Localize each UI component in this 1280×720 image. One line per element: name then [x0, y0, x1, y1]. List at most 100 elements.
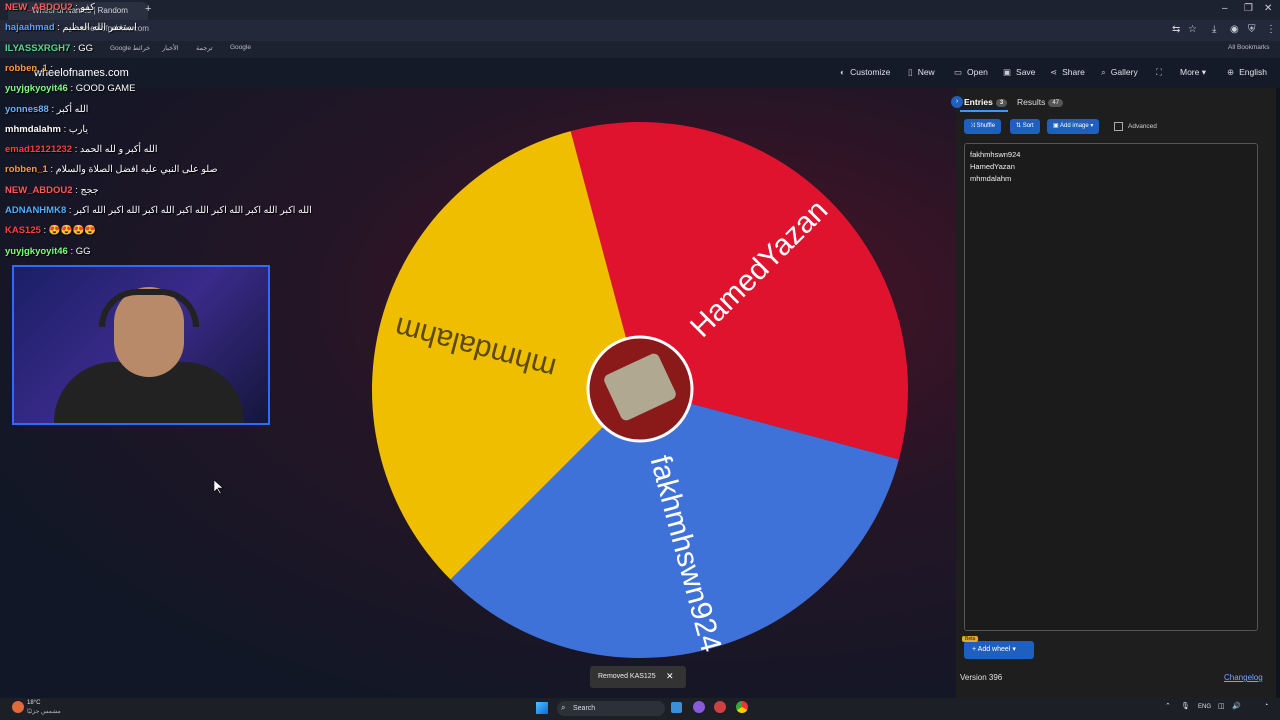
advanced-checkbox[interactable] [1114, 122, 1123, 131]
tab-results-label: Results [1017, 97, 1046, 107]
chat-username: yonnes88 [5, 103, 49, 115]
wheel[interactable]: HamedYazanfakhmhswn924mhmdalahm [372, 122, 912, 662]
version-label: Version 396 [960, 673, 1003, 682]
app-icon[interactable] [714, 701, 726, 713]
new-button[interactable]: ▯ New [908, 67, 935, 78]
chat-text: : الله اكبر الله اكبر الله اكبر الله اكب… [66, 205, 312, 216]
share-label: Share [1062, 67, 1085, 77]
entries-textarea[interactable] [964, 143, 1258, 631]
chat-username: emad12121232 [5, 144, 73, 156]
entry-line: HamedYazan [970, 162, 1015, 171]
chat-text: : يارب [60, 123, 88, 135]
chevron-up-icon[interactable]: ⌃ [1165, 702, 1171, 710]
customize-label: Customize [850, 67, 891, 77]
advanced-toggle[interactable]: Advanced [1114, 122, 1157, 131]
language-button[interactable]: ⊕ English [1227, 67, 1267, 78]
new-tab-button[interactable]: + [145, 3, 151, 15]
new-label: New [917, 67, 935, 77]
minimize-icon[interactable]: – [1222, 3, 1228, 14]
save-button[interactable]: ▣ Save [1003, 67, 1035, 78]
chat-message: NEW_ABDOU2 : ججج [5, 185, 99, 196]
advanced-label: Advanced [1128, 123, 1157, 131]
collapse-panel-icon[interactable]: › [951, 96, 963, 108]
chat-username: robben_1 [5, 62, 48, 74]
chat-text: : كفو [72, 2, 95, 13]
tab-entries-label: Entries [964, 97, 993, 107]
add-wheel-button[interactable]: + Add wheel ▾ [964, 641, 1034, 659]
bookmarks-bar [0, 41, 1280, 58]
chat-message: mhmdalahm : يارب [5, 124, 88, 135]
chat-username: ADNANHMK8 [5, 205, 67, 216]
fullscreen-icon: ⛶ [1156, 67, 1162, 77]
taskbar-search[interactable]: Search [557, 701, 665, 716]
chat-username: KAS125 [5, 225, 41, 237]
weather-temp[interactable]: 18°C [27, 700, 40, 706]
chevron-down-icon: ▾ [1201, 67, 1207, 77]
chat-username: yuyjgkyoyit46 [5, 83, 68, 95]
globe-icon: ⊕ [1227, 67, 1235, 77]
shield-icon[interactable]: ⛨ [1248, 24, 1256, 35]
tab-results[interactable]: Results 47 [1017, 97, 1064, 107]
changelog-link[interactable]: Changelog [1224, 673, 1263, 682]
sort-label: Sort [1022, 123, 1034, 129]
tab-entries[interactable]: Entries 3 [964, 97, 1008, 107]
chat-username: ILYASSXRGH7 [5, 42, 71, 54]
bookmark-google[interactable]: Google [230, 44, 251, 51]
menu-icon[interactable]: ⋮ [1266, 24, 1276, 35]
language-indicator[interactable]: ENG [1198, 704, 1211, 710]
more-button[interactable]: More ▾ [1180, 67, 1206, 78]
download-icon[interactable]: ⤓ [1212, 24, 1216, 35]
sort-button[interactable]: ⇅ Sort [1010, 119, 1040, 134]
chat-username: robben_1 [5, 164, 48, 176]
share-button[interactable]: ⋖ Share [1050, 67, 1085, 78]
shuffle-button[interactable]: ⤨ Shuffle [964, 119, 1002, 134]
webcam-feed [12, 265, 270, 425]
close-icon[interactable]: ✕ [666, 671, 674, 682]
chrome-icon[interactable] [736, 701, 748, 713]
shuffle-label: Shuffle [976, 123, 996, 129]
maximize-icon[interactable]: ❐ [1244, 3, 1253, 14]
open-button[interactable]: ▭ Open [954, 67, 988, 78]
bookmark-news[interactable]: الأخبار [162, 44, 179, 52]
bookmark-translate[interactable]: ترجمة [196, 44, 213, 52]
chat-text: : [47, 62, 54, 74]
file-explorer-icon[interactable] [671, 702, 682, 713]
mic-icon[interactable]: 🎙 [1181, 702, 1190, 710]
close-window-icon[interactable]: ✕ [1264, 3, 1272, 14]
network-icon[interactable]: ◫ [1218, 702, 1225, 710]
all-bookmarks[interactable]: All Bookmarks [1228, 44, 1270, 51]
notification-icon[interactable]: ◔ [1264, 702, 1268, 709]
search-label: Search [573, 705, 596, 712]
fullscreen-button[interactable]: ⛶ [1156, 67, 1167, 78]
profile-icon[interactable]: ◉ [1230, 24, 1239, 35]
add-image-label: Add image [1060, 123, 1089, 129]
chat-message: robben_1 : صلو على النبي عليه افضل الصلا… [5, 164, 218, 175]
chat-text: : استغفر الله العظيم [54, 22, 137, 34]
translate-icon[interactable]: ⇆ [1172, 24, 1180, 35]
results-count-badge: 47 [1048, 98, 1064, 107]
gallery-button[interactable]: ⌕ Gallery [1101, 67, 1138, 78]
customize-button[interactable]: ◐ Customize [840, 67, 890, 77]
chat-message: yonnes88 : الله أكبر [5, 104, 88, 115]
chat-message: yuyjgkyoyit46 : GG [5, 246, 91, 257]
sort-icon: ⇅ [1016, 123, 1023, 129]
weather-desc: مشمس جزئيًا [27, 709, 61, 715]
language-label: English [1239, 67, 1268, 77]
chat-text: : الله أكبر [48, 103, 89, 115]
volume-icon[interactable]: 🔊 [1232, 702, 1241, 710]
more-label: More [1180, 67, 1200, 77]
entry-line: mhmdalahm [970, 174, 1012, 183]
chat-text: : الله أكبر و لله الحمد [72, 144, 158, 156]
entries-count-badge: 3 [995, 98, 1008, 107]
star-icon[interactable]: ☆ [1188, 24, 1197, 35]
chat-username: yuyjgkyoyit46 [5, 245, 68, 257]
chat-text: : GOOD GAME [67, 83, 136, 95]
chat-message: yuyjgkyoyit46 : GOOD GAME [5, 83, 135, 94]
add-image-button[interactable]: ▣ Add image ▾ [1047, 119, 1100, 134]
bookmark-maps[interactable]: Google خرائط [110, 44, 150, 52]
chat-message: NEW_ABDOU2 : كفو [5, 2, 95, 13]
start-icon[interactable] [536, 702, 548, 714]
chat-text: : GG [70, 42, 94, 54]
app-icon[interactable] [693, 701, 705, 713]
chat-message: hajaahmad : استغفر الله العظيم [5, 22, 137, 33]
